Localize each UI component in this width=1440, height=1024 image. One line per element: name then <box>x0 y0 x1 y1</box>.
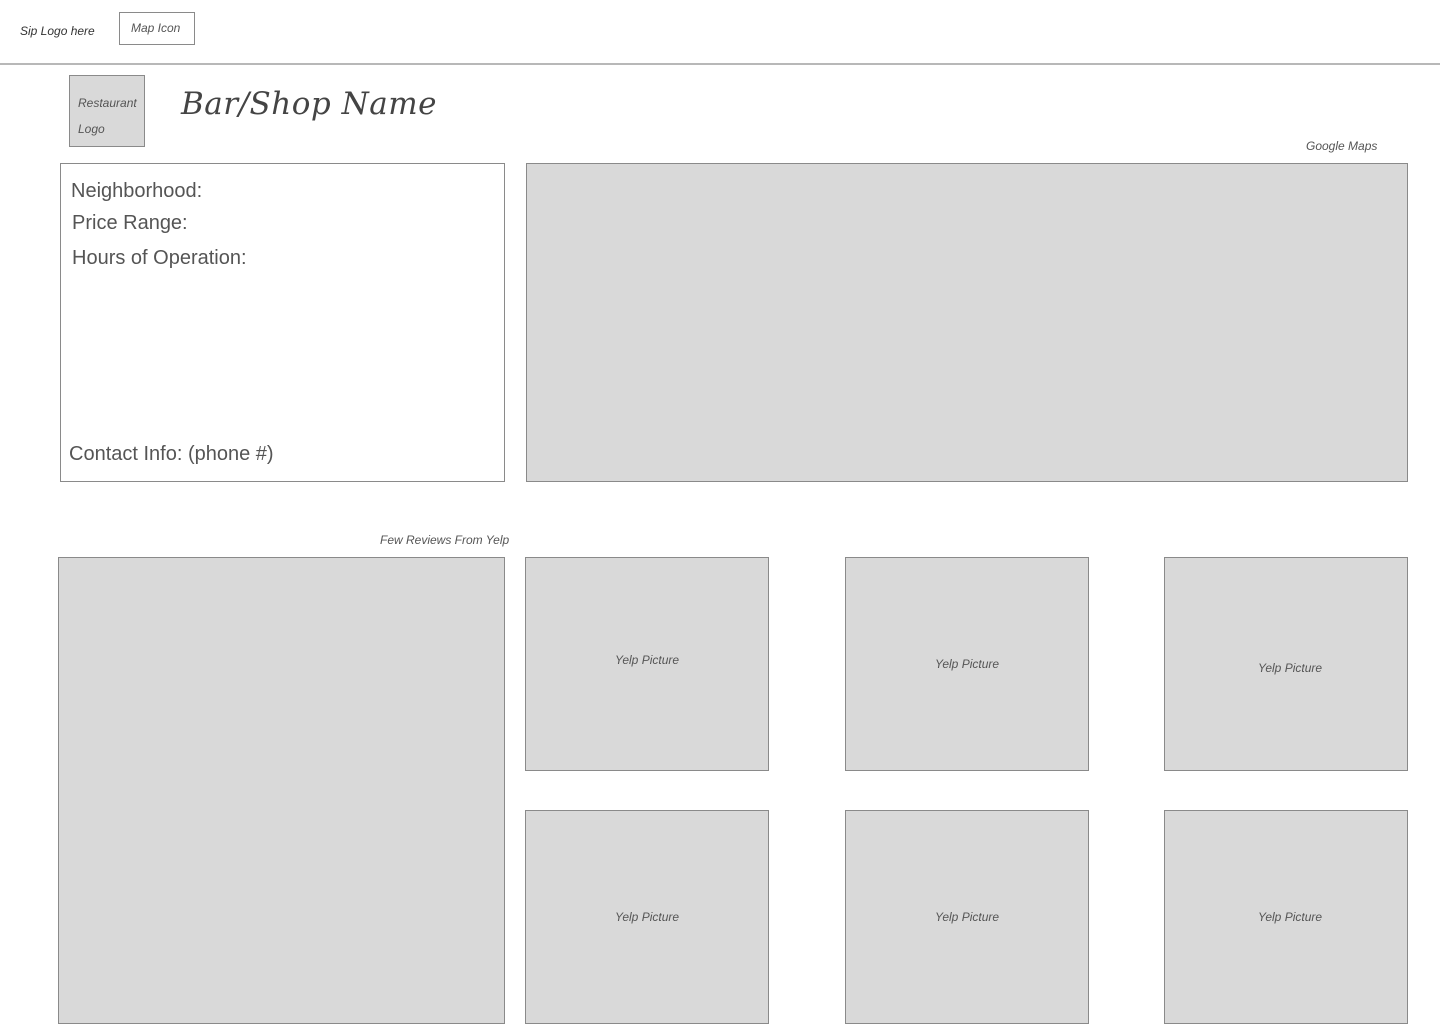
restaurant-logo-label-1: Restaurant <box>78 96 137 110</box>
restaurant-logo: Restaurant Logo <box>69 75 145 147</box>
google-map[interactable] <box>526 163 1408 482</box>
info-card <box>60 163 505 482</box>
yelp-picture-label: Yelp Picture <box>615 653 680 667</box>
header-divider <box>0 63 1440 65</box>
map-icon-button[interactable]: Map Icon <box>119 12 195 45</box>
contact-info-label: Contact Info: (phone #) <box>69 443 274 465</box>
yelp-picture-5[interactable]: Yelp Picture <box>845 810 1089 1024</box>
yelp-picture-label: Yelp Picture <box>935 910 1000 924</box>
google-maps-label: Google Maps <box>1306 139 1378 153</box>
restaurant-logo-label-2: Logo <box>78 122 105 136</box>
yelp-picture-3[interactable]: Yelp Picture <box>1164 557 1408 771</box>
yelp-picture-2[interactable]: Yelp Picture <box>845 557 1089 771</box>
yelp-picture-4[interactable]: Yelp Picture <box>525 810 769 1024</box>
reviews-label: Few Reviews From Yelp <box>380 533 510 547</box>
yelp-picture-label: Yelp Picture <box>1258 661 1323 675</box>
yelp-picture-label: Yelp Picture <box>935 657 1000 671</box>
yelp-picture-1[interactable]: Yelp Picture <box>525 557 769 771</box>
reviews-panel[interactable] <box>58 557 505 1024</box>
yelp-picture-6[interactable]: Yelp Picture <box>1164 810 1408 1024</box>
shop-name-title: Bar/Shop Name <box>181 86 437 122</box>
yelp-picture-label: Yelp Picture <box>615 910 680 924</box>
price-range-label: Price Range: <box>72 212 188 234</box>
hours-label: Hours of Operation: <box>72 247 247 269</box>
yelp-picture-label: Yelp Picture <box>1258 910 1323 924</box>
neighborhood-label: Neighborhood: <box>71 180 203 202</box>
sip-logo[interactable]: Sip Logo here <box>20 24 95 38</box>
